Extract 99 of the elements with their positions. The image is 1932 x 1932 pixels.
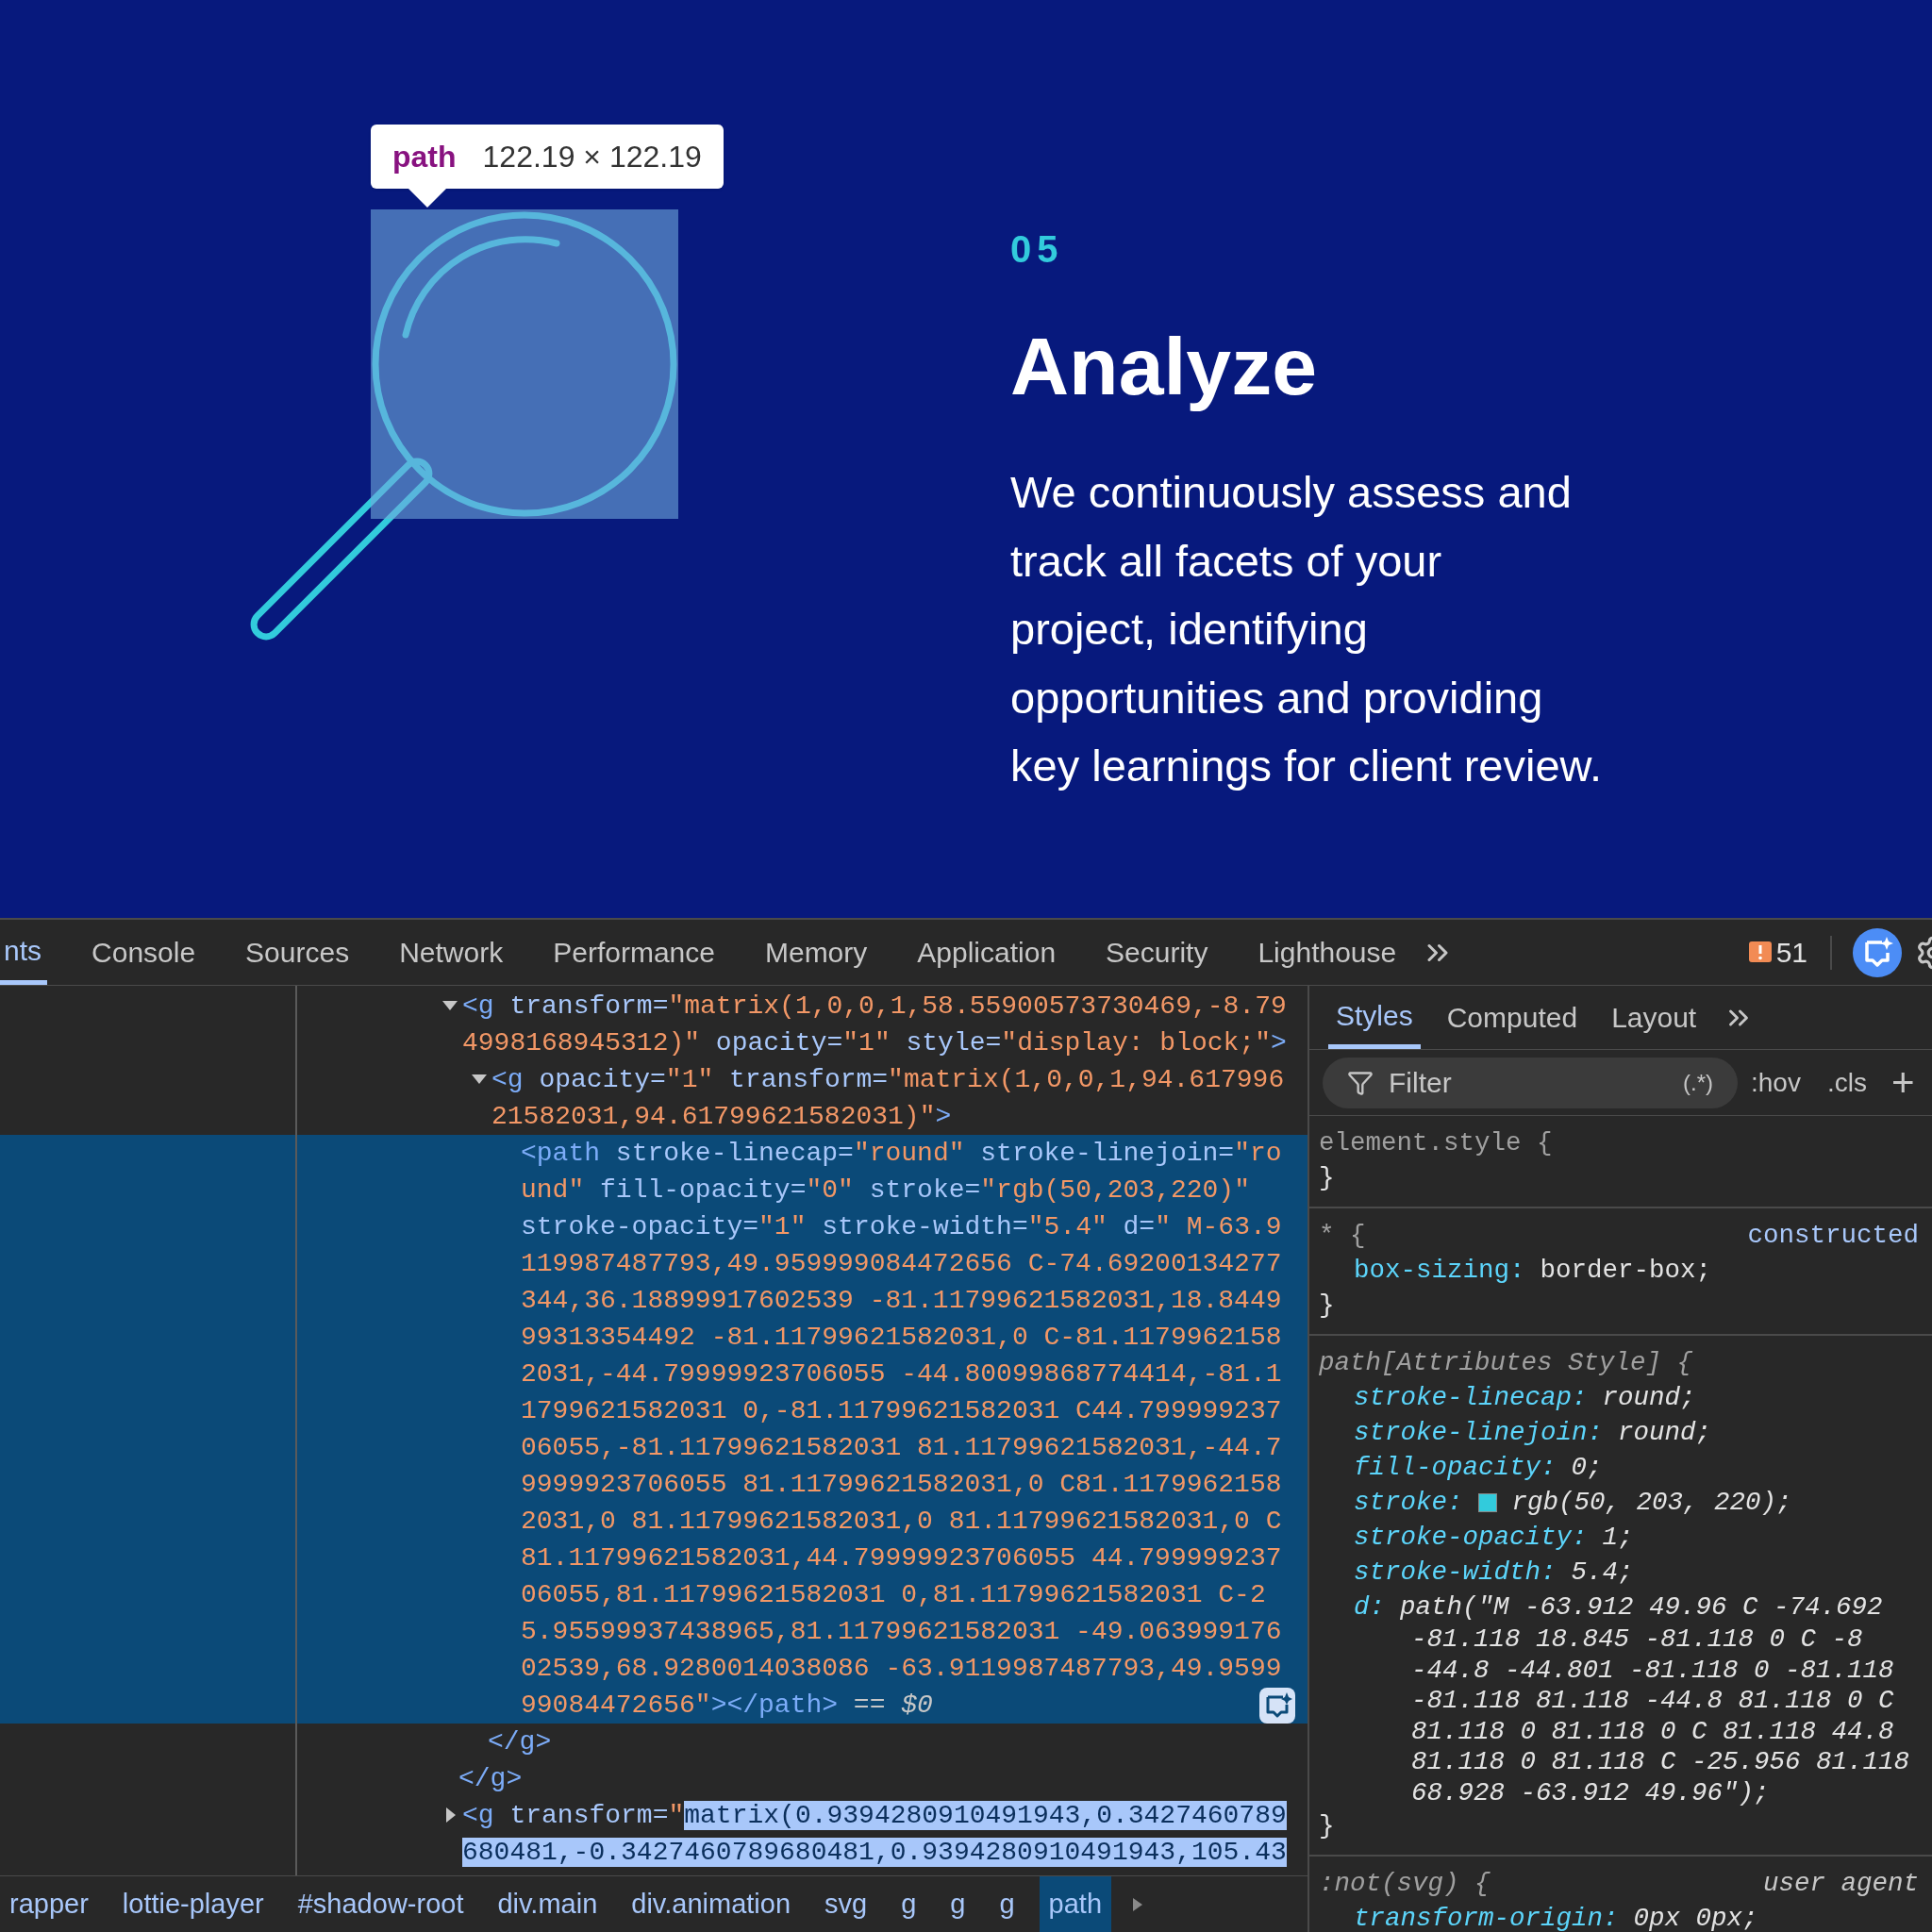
tooltip-tag: path bbox=[392, 134, 457, 179]
css-property: stroke-linejoin: bbox=[1354, 1417, 1604, 1449]
triangle-down-icon[interactable] bbox=[471, 1073, 488, 1085]
css-value: 81.118 0 81.118 C -25.956 81.118 bbox=[1410, 1747, 1911, 1778]
breadcrumb-item[interactable]: #shadow-root bbox=[288, 1876, 474, 1932]
breadcrumb-item[interactable]: lottie-player bbox=[112, 1876, 274, 1932]
css-property: stroke-opacity: bbox=[1354, 1522, 1588, 1554]
selected-node-highlight[interactable] bbox=[0, 1135, 1307, 1724]
sidebar-tab[interactable]: Styles bbox=[1328, 986, 1421, 1049]
css-value: round; bbox=[1618, 1417, 1712, 1449]
code-line: 344,36.18899917602539 -81.11799621582031,18.8449 bbox=[521, 1284, 1282, 1317]
css-value: path("M -63.912 49.96 C -74.692 bbox=[1400, 1591, 1883, 1624]
breadcrumb-item[interactable]: g bbox=[941, 1876, 975, 1932]
rule-selector: element.style { bbox=[1319, 1127, 1553, 1159]
breadcrumb-item[interactable]: g bbox=[891, 1876, 926, 1932]
warning-icon bbox=[1747, 940, 1773, 965]
triangle-right-icon[interactable] bbox=[445, 1806, 457, 1824]
color-swatch[interactable] bbox=[1477, 1492, 1497, 1512]
code-line: stroke-opacity="1" stroke-width="5.4" d=" M-63.9 bbox=[521, 1210, 1282, 1243]
devtools-tab[interactable]: nts bbox=[0, 920, 48, 985]
css-value: 5.4; bbox=[1571, 1557, 1634, 1589]
step-number: 05 bbox=[1010, 227, 1065, 272]
css-value: 81.118 0 81.118 0 C 81.118 44.8 bbox=[1410, 1716, 1895, 1747]
css-value: 1; bbox=[1602, 1522, 1634, 1554]
issues-counter[interactable]: 51 bbox=[1747, 931, 1807, 974]
rule-origin[interactable]: constructed bbox=[1747, 1218, 1919, 1253]
code-line: 21582031,94.61799621582031)"> bbox=[491, 1100, 952, 1133]
code-line: 5.95599937438965,81.11799621582031 -49.063999176 bbox=[521, 1615, 1282, 1648]
css-property: d: bbox=[1354, 1591, 1385, 1624]
section-description: We continuously assess and track all facets of your project, identifying opportunities and providing key learnings for client review. bbox=[1010, 466, 1602, 792]
rule-close-brace: } bbox=[1319, 1810, 1336, 1842]
tooltip-size: 122.19 × 122.19 bbox=[482, 139, 702, 175]
code-line: <g transform="matrix(1,0,0,1,58.55900573730469,-8.79 bbox=[462, 990, 1287, 1023]
devtools-tab[interactable]: Performance bbox=[547, 920, 721, 985]
breadcrumb-item[interactable]: div.main bbox=[488, 1876, 608, 1932]
code-line: <path stroke-linecap="round" stroke-linejoin="ro bbox=[521, 1137, 1282, 1170]
sidebar-tab[interactable]: Computed bbox=[1439, 986, 1586, 1049]
breadcrumb-item[interactable]: path bbox=[1039, 1876, 1112, 1932]
rule-close-brace: } bbox=[1319, 1162, 1336, 1194]
css-value: -81.118 81.118 -44.8 81.118 0 C bbox=[1410, 1686, 1895, 1717]
devtools-tab[interactable]: Application bbox=[911, 920, 1062, 985]
code-line: </g> bbox=[488, 1725, 552, 1758]
code-line: 02539,68.9280014038086 -63.9119987487793,49.9599 bbox=[521, 1652, 1282, 1685]
css-property: transform-origin: bbox=[1354, 1903, 1619, 1932]
code-line: 2031,0 81.11799621582031,0 81.11799621582031,0 C bbox=[521, 1505, 1282, 1538]
code-line: <g transform="matrix(0.9394280910491943,0.3427460789 bbox=[462, 1799, 1287, 1832]
css-value: 68.928 -63.912 49.96"); bbox=[1410, 1777, 1771, 1808]
css-value: -81.118 18.845 -81.118 0 C -8 bbox=[1410, 1624, 1864, 1656]
code-line: 06055,81.11799621582031 0,81.11799621582031 C-2 bbox=[521, 1578, 1266, 1611]
css-property: stroke-width: bbox=[1354, 1557, 1557, 1589]
code-line: 81.11799621582031,44.79999923706055 44.799999237 bbox=[521, 1541, 1282, 1574]
devtools-tab[interactable]: Lighthouse bbox=[1252, 920, 1403, 985]
class-toggle[interactable]: .cls bbox=[1826, 1062, 1867, 1103]
code-line: 06055,-81.11799621582031 81.11799621582031,-44.7 bbox=[521, 1431, 1282, 1464]
breadcrumb-item[interactable]: g bbox=[990, 1876, 1024, 1932]
css-value: -44.8 -44.801 -81.118 0 -81.118 bbox=[1410, 1655, 1895, 1686]
filter-icon bbox=[1347, 1069, 1374, 1096]
code-line: 2031,-44.79999923706055 -44.80099868774414,-81.1 bbox=[521, 1357, 1282, 1391]
code-line: 99084472656"></path> == $0 bbox=[521, 1689, 933, 1722]
css-value: round; bbox=[1602, 1382, 1696, 1414]
css-property: box-sizing: bbox=[1354, 1255, 1525, 1287]
rule-selector: path[Attributes Style] { bbox=[1319, 1347, 1693, 1379]
rule-close-brace: } bbox=[1319, 1290, 1336, 1322]
css-value: border-box; bbox=[1540, 1255, 1712, 1287]
breadcrumb-item[interactable]: div.animation bbox=[622, 1876, 800, 1932]
css-value: 0; bbox=[1571, 1452, 1603, 1484]
code-line: 119987487793,49.959999084472656 C-74.69200134277 bbox=[521, 1247, 1282, 1280]
ai-assist-icon[interactable] bbox=[1258, 1686, 1296, 1724]
devtools-tab[interactable]: Memory bbox=[758, 920, 874, 985]
code-line: und" fill-opacity="0" stroke="rgb(50,203,220)" bbox=[521, 1174, 1250, 1207]
sidebar-tab[interactable]: Layout bbox=[1604, 986, 1705, 1049]
rule-selector: :not(svg) { bbox=[1319, 1868, 1491, 1900]
code-line: 1799621582031 0,-81.11799621582031 C44.799999237 bbox=[521, 1394, 1282, 1427]
css-property: stroke-linecap: bbox=[1354, 1382, 1588, 1414]
regex-toggle[interactable]: (.*) bbox=[1683, 1065, 1713, 1100]
css-property: fill-opacity: bbox=[1354, 1452, 1557, 1484]
ai-assistance-icon[interactable] bbox=[1853, 927, 1902, 977]
css-value: 0px 0px; bbox=[1633, 1903, 1758, 1932]
code-line: <g opacity="1" transform="matrix(1,0,0,1,94.617996 bbox=[491, 1063, 1285, 1096]
filter-field[interactable]: Filter (.*) bbox=[1323, 1057, 1738, 1108]
devtools-tab[interactable]: Security bbox=[1100, 920, 1214, 985]
triangle-down-icon[interactable] bbox=[441, 999, 458, 1011]
breadcrumb-item[interactable]: rapper bbox=[0, 1876, 98, 1932]
devtools-tab[interactable]: Network bbox=[393, 920, 509, 985]
rule-selector: * { bbox=[1319, 1220, 1366, 1252]
devtools-tab[interactable]: Console bbox=[86, 920, 202, 985]
css-property: stroke: bbox=[1354, 1487, 1463, 1519]
devtools-tab[interactable]: Sources bbox=[240, 920, 356, 985]
breadcrumb-item[interactable]: svg bbox=[815, 1876, 877, 1932]
rule-origin: user agent bbox=[1762, 1868, 1919, 1900]
css-value: rgb(50, 203, 220); bbox=[1511, 1487, 1792, 1519]
code-line: 9999923706055 81.11799621582031,0 C81.1179962158 bbox=[521, 1468, 1282, 1501]
code-line: </g> bbox=[458, 1762, 523, 1795]
hover-state-toggle[interactable]: :hov bbox=[1751, 1062, 1801, 1103]
scroll-right-icon[interactable] bbox=[1132, 1896, 1144, 1912]
section-title: Analyze bbox=[1010, 320, 1319, 413]
add-rule-button[interactable]: + bbox=[1890, 1062, 1915, 1103]
code-line: 4998168945312)" opacity="1" style="display: block;"> bbox=[462, 1026, 1287, 1059]
code-line: 99313354492 -81.11799621582031,0 C-81.1179962158 bbox=[521, 1321, 1282, 1354]
